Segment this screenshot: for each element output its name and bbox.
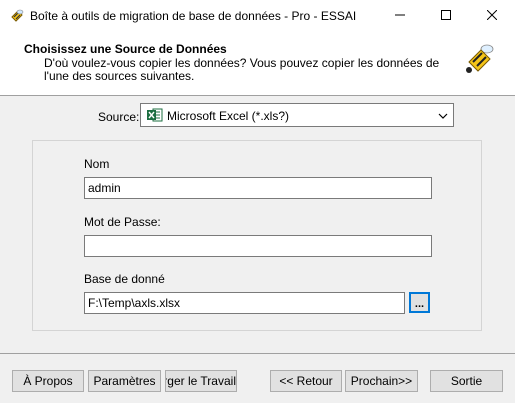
bottom-divider [0,353,515,354]
source-label: Source: [98,110,140,124]
browse-button[interactable]: ... [409,292,430,313]
excel-icon [147,108,163,122]
page-title: Choisissez une Source de Données [24,42,227,56]
back-button[interactable]: << Retour [270,370,342,392]
source-selected-value: Microsoft Excel (*.xls?) [167,109,290,123]
close-button[interactable] [469,0,515,31]
wizard-header: Choisissez une Source de Données D'où vo… [0,31,515,96]
password-label: Mot de Passe: [84,215,161,229]
bee-database-icon [463,42,497,76]
settings-button[interactable]: Paramètres [88,370,161,392]
chevron-down-icon [438,110,448,124]
close-icon [486,9,498,23]
window-title: Boîte à outils de migration de base de d… [30,9,357,23]
maximize-icon [441,9,451,23]
database-label: Base de donné [84,272,165,286]
minimize-icon [395,9,405,23]
exit-button[interactable]: Sortie [430,370,503,392]
maximize-button[interactable] [423,0,469,31]
bee-app-icon [9,8,25,24]
next-button[interactable]: Prochain>> [345,370,418,392]
name-label: Nom [84,157,110,171]
migration-wizard-window: Boîte à outils de migration de base de d… [0,0,515,403]
load-job-button[interactable]: Charger le Travail [165,370,237,392]
name-field[interactable] [84,177,432,199]
password-field[interactable] [84,235,432,257]
source-dropdown[interactable]: Microsoft Excel (*.xls?) [140,103,454,127]
minimize-button[interactable] [377,0,423,31]
title-bar[interactable]: Boîte à outils de migration de base de d… [0,0,515,31]
page-description: D'où voulez-vous copier les données? Vou… [44,56,440,83]
database-path-field[interactable] [84,292,405,314]
about-button[interactable]: À Propos [12,370,84,392]
